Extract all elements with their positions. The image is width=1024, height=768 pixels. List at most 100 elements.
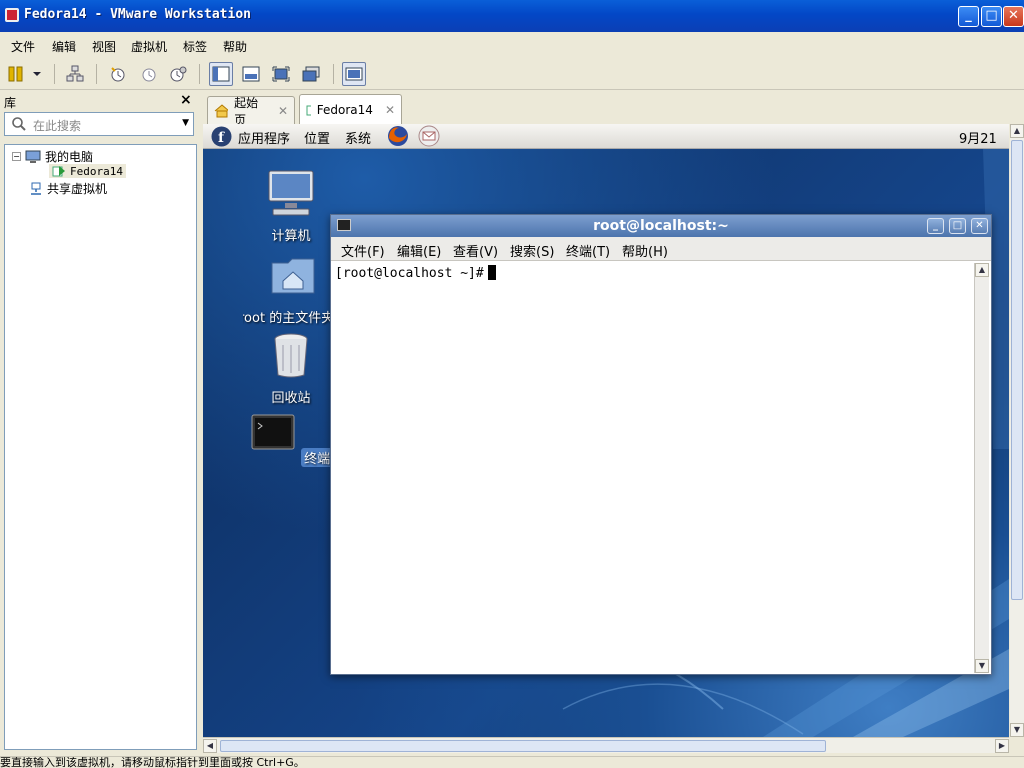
tree-node-shared-vms[interactable]: 共享虚拟机: [29, 180, 107, 197]
vm-running-icon: [306, 105, 311, 115]
vmware-app-icon: [5, 8, 19, 22]
desktop-icon-trash[interactable]: 回收站: [243, 331, 339, 406]
panel-menu-applications[interactable]: 应用程序: [238, 128, 290, 147]
text-cursor: [487, 265, 496, 280]
menu-vm[interactable]: 虚拟机: [131, 38, 167, 55]
toolbar-separator: [96, 64, 97, 84]
tree-label: Fedora14: [70, 164, 123, 178]
menubar: 文件 编辑 视图 虚拟机 标签 帮助: [0, 32, 1024, 58]
menu-view[interactable]: 视图: [92, 38, 116, 55]
tree-node-my-computer[interactable]: − 我的电脑: [12, 148, 93, 165]
desktop-icon-label: 终端: [301, 448, 334, 467]
scroll-down-icon[interactable]: ▼: [1010, 723, 1024, 737]
library-sidebar: 库 × 在此搜索 ▼ − 我的电脑 Fedora14 共享虚拟机: [0, 90, 200, 756]
desktop-icon-terminal[interactable]: 终端: [243, 411, 339, 467]
snapshot-manager-icon[interactable]: [166, 62, 190, 86]
terminal-menu-search[interactable]: 搜索(S): [510, 241, 554, 260]
terminal-output[interactable]: [root@localhost ~]#: [333, 263, 973, 673]
scroll-thumb[interactable]: [1011, 140, 1023, 600]
terminal-icon: [337, 219, 351, 231]
vm-horizontal-scrollbar[interactable]: ◀ ▶: [203, 737, 1009, 753]
search-icon: [12, 117, 26, 131]
scroll-thumb[interactable]: [220, 740, 826, 752]
terminal-menu-help[interactable]: 帮助(H): [622, 241, 668, 260]
firefox-icon[interactable]: [386, 124, 410, 148]
snapshot-icon[interactable]: [106, 62, 130, 86]
library-tree: − 我的电脑 Fedora14 共享虚拟机: [4, 144, 197, 750]
scroll-left-icon[interactable]: ◀: [203, 739, 217, 753]
menu-tabs[interactable]: 标签: [183, 38, 207, 55]
tab-fedora14[interactable]: Fedora14 ✕: [299, 94, 402, 124]
shared-vm-icon: [31, 182, 41, 195]
window-title: Fedora14 - VMware Workstation: [24, 7, 251, 22]
terminal-menu-terminal[interactable]: 终端(T): [566, 241, 610, 260]
desktop-icon-label: 计算机: [271, 229, 311, 244]
tab-home[interactable]: 起始页 ✕: [207, 96, 295, 127]
quick-switch-icon[interactable]: [239, 62, 263, 86]
vm-vertical-scrollbar[interactable]: ▲ ▼: [1010, 124, 1024, 737]
tab-label: 起始页: [234, 95, 259, 127]
console-view-icon[interactable]: [342, 62, 366, 86]
tree-label: 共享虚拟机: [47, 182, 108, 196]
revert-snapshot-icon[interactable]: [137, 62, 161, 86]
minimize-button[interactable]: _: [958, 6, 979, 27]
panel-menu-places[interactable]: 位置: [304, 128, 330, 147]
window-titlebar[interactable]: Fedora14 - VMware Workstation _ □ ✕: [0, 0, 1024, 32]
search-placeholder: 在此搜索: [33, 119, 82, 133]
close-tab-icon[interactable]: ✕: [278, 104, 288, 118]
mail-icon[interactable]: [418, 125, 440, 147]
terminal-icon: [251, 414, 295, 450]
close-icon[interactable]: ✕: [971, 218, 988, 234]
status-text: 要直接输入到该虚拟机，请移动鼠标指针到里面或按 Ctrl+G。: [0, 756, 305, 768]
scroll-up-icon[interactable]: ▲: [975, 263, 989, 277]
scroll-right-icon[interactable]: ▶: [995, 739, 1009, 753]
library-header: 库: [4, 96, 17, 110]
trash-icon: [274, 333, 308, 378]
tree-label: 我的电脑: [45, 150, 94, 164]
toolbar-separator: [199, 64, 200, 84]
maximize-icon[interactable]: □: [949, 218, 966, 234]
computer-icon: [268, 170, 314, 216]
chevron-down-icon[interactable]: ▼: [182, 118, 189, 128]
home-icon: [214, 103, 229, 117]
guest-screen[interactable]: f 应用程序 位置 系统 9月21日 计算机 root 的: [203, 124, 1009, 737]
fedora-logo-icon[interactable]: f: [211, 126, 232, 147]
fullscreen-icon[interactable]: [269, 62, 293, 86]
network-icon[interactable]: [63, 62, 87, 86]
close-tab-icon[interactable]: ✕: [385, 103, 395, 117]
terminal-menu-edit[interactable]: 编辑(E): [397, 241, 441, 260]
svg-text:f: f: [218, 130, 225, 146]
status-bar: 要直接输入到该虚拟机，请移动鼠标指针到里面或按 Ctrl+G。: [0, 756, 1024, 768]
terminal-titlebar[interactable]: root@localhost:~ _ □ ✕: [331, 215, 991, 237]
scroll-up-icon[interactable]: ▲: [1010, 124, 1024, 138]
menu-file[interactable]: 文件: [11, 38, 35, 55]
collapse-icon[interactable]: −: [12, 152, 21, 161]
desktop-icon-label: root 的主文件夹: [243, 311, 335, 326]
maximize-button[interactable]: □: [981, 6, 1002, 27]
desktop-icon-home-folder[interactable]: root 的主文件夹: [243, 251, 343, 326]
tree-node-fedora14[interactable]: Fedora14: [49, 164, 126, 178]
toolbar-separator: [54, 64, 55, 84]
terminal-menubar: 文件(F) 编辑(E) 查看(V) 搜索(S) 终端(T) 帮助(H): [331, 237, 991, 261]
vm-view: 起始页 ✕ Fedora14 ✕ f 应用程序 位置 系统 9月21日: [201, 90, 1024, 756]
pause-icon[interactable]: [6, 62, 44, 86]
search-input[interactable]: 在此搜索 ▼: [4, 112, 194, 136]
toolbar: [0, 58, 1024, 90]
sidebar-view-icon[interactable]: [209, 62, 233, 86]
tab-label: Fedora14: [316, 102, 373, 117]
guest-desktop[interactable]: 计算机 root 的主文件夹 回收站 终端 root@localhost:~ _: [203, 149, 1009, 737]
close-library-icon[interactable]: ×: [180, 92, 192, 108]
terminal-title: root@localhost:~: [593, 218, 729, 234]
scroll-down-icon[interactable]: ▼: [975, 659, 989, 673]
close-button[interactable]: ✕: [1003, 6, 1024, 27]
terminal-menu-file[interactable]: 文件(F): [341, 241, 385, 260]
minimize-icon[interactable]: _: [927, 218, 944, 234]
terminal-window: root@localhost:~ _ □ ✕ 文件(F) 编辑(E) 查看(V)…: [330, 214, 992, 675]
unity-icon[interactable]: [299, 62, 323, 86]
terminal-scrollbar[interactable]: ▲ ▼: [974, 263, 989, 673]
menu-help[interactable]: 帮助: [223, 38, 247, 55]
desktop-icon-computer[interactable]: 计算机: [243, 169, 339, 244]
menu-edit[interactable]: 编辑: [52, 38, 76, 55]
terminal-menu-view[interactable]: 查看(V): [453, 241, 498, 260]
panel-menu-system[interactable]: 系统: [345, 128, 371, 147]
